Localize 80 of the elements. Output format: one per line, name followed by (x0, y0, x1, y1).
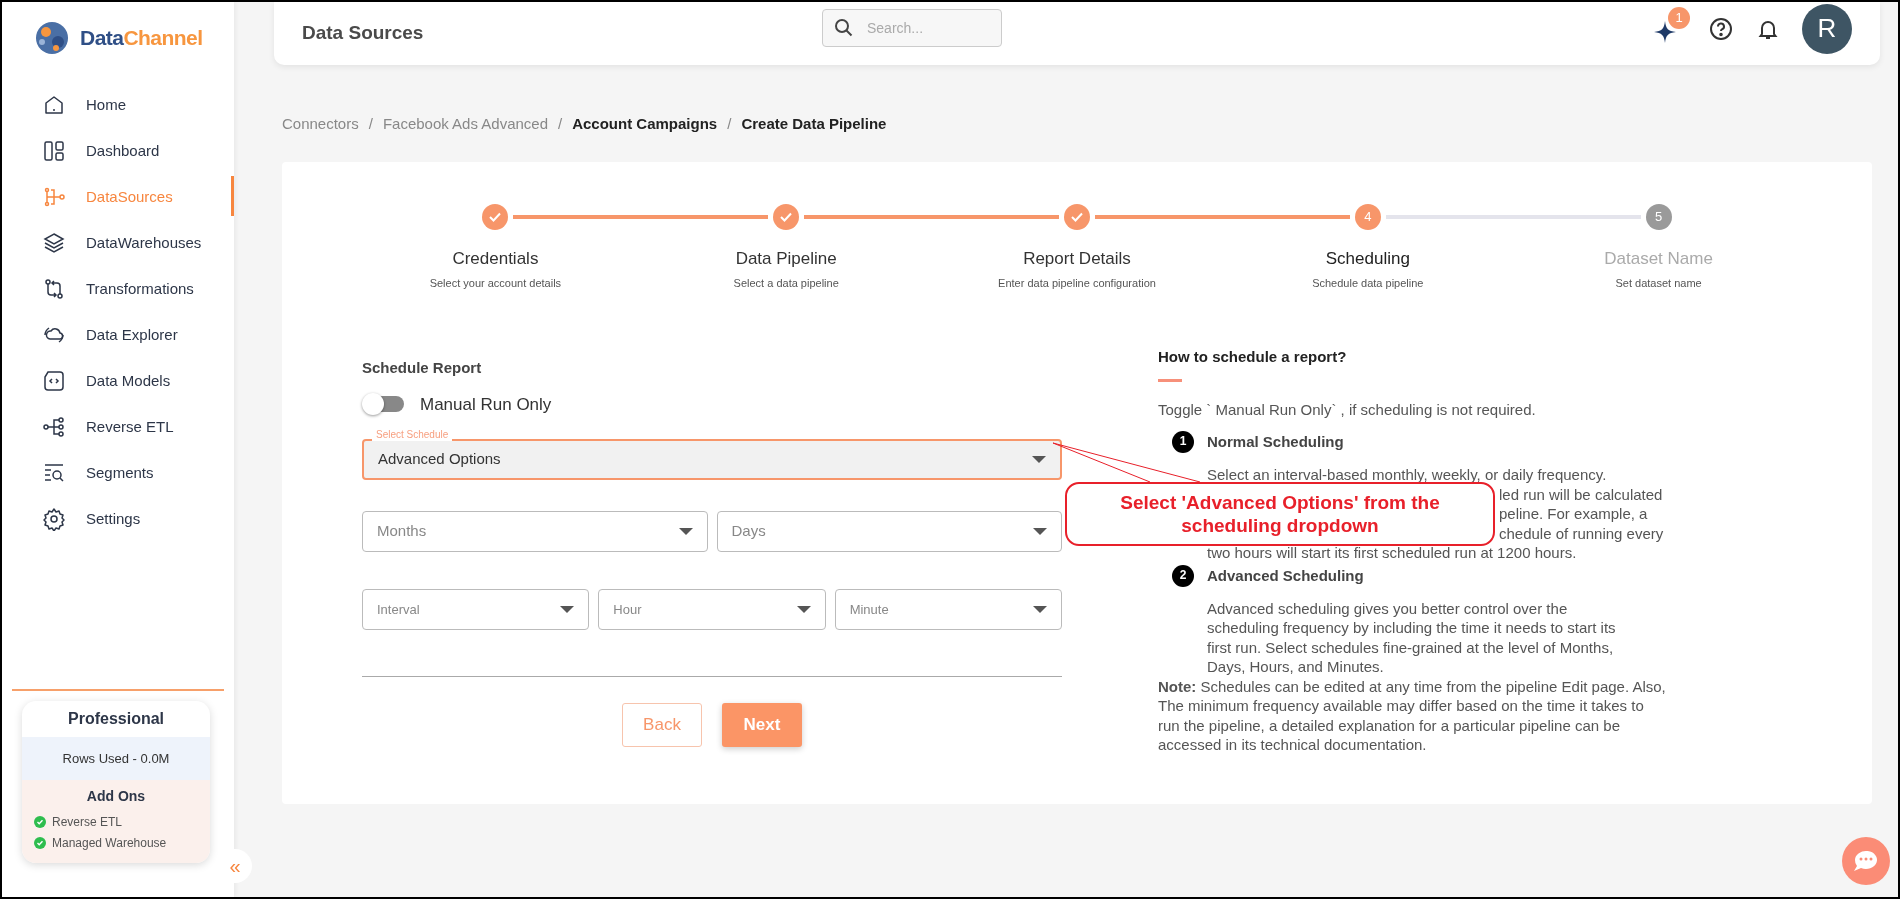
step-title: Scheduling (1325, 248, 1410, 270)
sidebar-item[interactable]: Settings (2, 496, 234, 542)
caret-icon (1032, 455, 1046, 464)
breadcrumb-separator: / (727, 113, 732, 134)
step-title: Credentials (452, 248, 539, 270)
step-number: 4 (1354, 204, 1381, 230)
paragraph-line: led run will be calculated (1499, 484, 1663, 504)
paragraph-line: two hours will start its first scheduled run at 1200 hours. (1207, 543, 1577, 563)
step-subtitle: Select a data pipeline (733, 275, 839, 291)
sidebar-item[interactable]: Dashboard (2, 128, 234, 174)
page-title: Data Sources (302, 21, 425, 46)
dashboard-icon (42, 139, 66, 163)
number-badge: 1 (1172, 431, 1194, 453)
swap-icon (42, 277, 66, 301)
help-intro: Toggle ` Manual Run Only` , if scheduling is not required. (1158, 399, 1537, 419)
tree-icon (42, 415, 66, 439)
sidebar-item[interactable]: DataWarehouses (2, 220, 234, 266)
section-title: Schedule Report (362, 358, 483, 378)
house-icon (42, 93, 66, 117)
settings-icon (42, 507, 66, 531)
step-subtitle: Set dataset name (1615, 275, 1702, 291)
callout: Select 'Advanced Options' from the scheduling dropdown (1065, 481, 1495, 546)
sidebar-item[interactable]: Data Explorer (2, 312, 234, 358)
code-file-icon (42, 369, 66, 393)
title-underline (1158, 378, 1182, 382)
help-title: How to schedule a report? (1158, 347, 1348, 367)
step-subtitle: Select your account details (429, 275, 562, 291)
dropdown-field[interactable]: Hour (598, 589, 826, 630)
brand-name: DataChannel (80, 25, 203, 52)
dropdown-field[interactable]: Interval (362, 589, 590, 630)
step-subtitle: Schedule data pipeline (1312, 275, 1424, 291)
sidebar-item[interactable]: Reverse ETL (2, 404, 234, 450)
schedule-select[interactable]: Advanced Options (362, 439, 1062, 480)
rows-used-text: Rows Used - 0.0M (22, 736, 210, 780)
step-subtitle: Enter data pipeline configuration (998, 275, 1156, 291)
step-title: Dataset Name (1604, 248, 1713, 270)
active-indicator (231, 176, 234, 216)
breadcrumb-separator: / (558, 113, 563, 134)
dropdown-field[interactable]: Months (362, 511, 708, 552)
sidebar-item[interactable]: Segments (2, 450, 234, 496)
addons-title: Add Ons (85, 787, 147, 806)
caret-icon (678, 527, 693, 536)
field-label: Select Schedule (372, 429, 453, 441)
paragraph-line: Days, Hours, and Minutes. (1207, 657, 1384, 677)
caret-icon (560, 605, 575, 614)
branch-icon (42, 185, 66, 209)
paragraph-line: scheduling frequency by including the time it needs to start its (1207, 618, 1616, 638)
toggle-switch[interactable] (362, 393, 406, 416)
toggle-label: Manual Run Only (420, 393, 552, 416)
user-avatar[interactable]: R (1802, 3, 1852, 54)
dropdown-field[interactable]: Minute (834, 589, 1062, 630)
paragraph-line: peline. For example, a (1499, 504, 1648, 524)
addon-label: Managed Warehouse (52, 834, 167, 852)
breadcrumb-separator: / (368, 113, 373, 134)
breadcrumb-current: Account Campaigns (572, 113, 718, 134)
sidebar-item[interactable]: Transformations (2, 266, 234, 312)
item-title: Normal Scheduling (1207, 432, 1344, 452)
caret-icon (796, 605, 811, 614)
sidebar-item[interactable]: Home (2, 82, 234, 128)
step-title: Data Pipeline (735, 248, 837, 270)
number-badge: 2 (1172, 564, 1194, 587)
notification-badge: 1 (1668, 6, 1690, 29)
search-field[interactable]: Search... (822, 8, 1002, 47)
layers-icon (42, 231, 66, 255)
addon-label: Reverse ETL (52, 813, 123, 831)
step-title: Report Details (1023, 248, 1131, 270)
note-text: Note: Schedules can be edited at any time from the pipeline Edit page. Also, The minimum frequency available may differ based on the time it takes to run the pipeline, a detailed explanation for a particular pipeline can be accessed in its technical documentation. (1158, 676, 1667, 755)
breadcrumb-current: Create Data Pipeline (741, 113, 887, 134)
paragraph-line: chedule of running every (1499, 523, 1664, 543)
dropdown-field[interactable]: Days (716, 511, 1062, 552)
sidebar-item[interactable]: Data Models (2, 358, 234, 404)
search-icon (834, 17, 854, 38)
caret-icon (1033, 527, 1047, 536)
step-number: 5 (1645, 204, 1672, 230)
paragraph-line: first run. Select schedules fine-grained at the level of Months, (1207, 637, 1614, 657)
item-title: Advanced Scheduling (1207, 565, 1364, 586)
paragraph-line: Advanced scheduling gives you better control over the (1207, 598, 1568, 618)
caret-icon (1033, 605, 1047, 614)
plan-name: Professional (67, 708, 165, 729)
help-icon[interactable] (1708, 15, 1734, 42)
